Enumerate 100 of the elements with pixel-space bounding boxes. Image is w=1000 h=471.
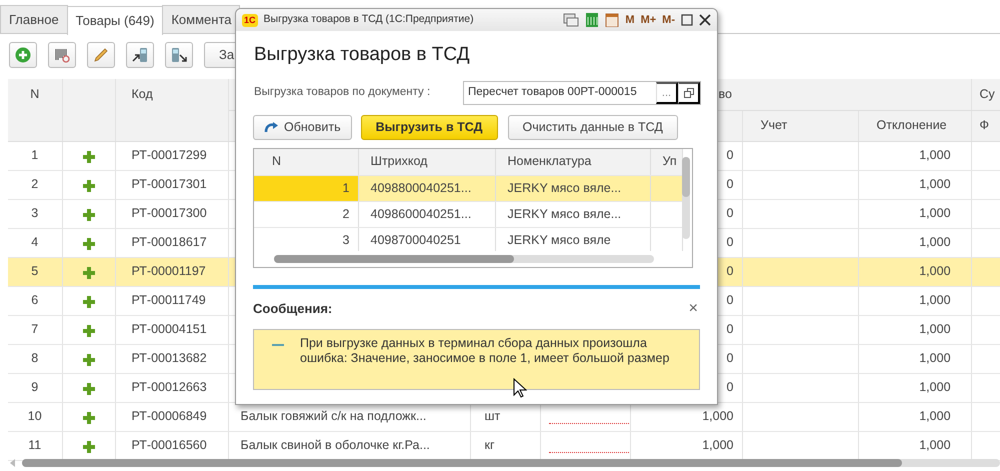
- open-window-icon: [684, 88, 694, 98]
- table-cell: 0: [726, 235, 734, 250]
- toolbar-button[interactable]: [48, 42, 76, 68]
- dash-icon: [272, 344, 284, 346]
- calendar-icon[interactable]: [605, 13, 620, 27]
- window-title: Выгрузка товаров в ТСД (1С:Предприятие): [264, 12, 475, 28]
- unload-button[interactable]: Выгрузить в ТСД: [360, 115, 498, 140]
- plus-icon: [82, 266, 96, 280]
- plus-icon: [82, 440, 96, 454]
- document-field[interactable]: Пересчет товаров 00РТ-000015 ...: [463, 81, 701, 105]
- row-number: 7: [31, 322, 38, 336]
- memory-button[interactable]: M: [625, 12, 635, 28]
- table-cell: кг: [484, 438, 495, 452]
- table-cell: 0: [726, 293, 734, 308]
- table-cell: РТ-00017300: [132, 206, 207, 220]
- table-cell: 1,000: [919, 322, 951, 336]
- table-cell: 4098600040251...: [370, 206, 472, 221]
- table-cell: 1,000: [919, 409, 951, 424]
- refresh-icon: [264, 122, 278, 134]
- table-cell: Балык говяжий с/к на подложк...: [240, 409, 426, 424]
- maximize-icon[interactable]: [681, 14, 693, 26]
- table-cell: 1,000: [919, 380, 951, 394]
- column-header: N: [272, 154, 282, 168]
- table-cell: РТ-00017299: [132, 148, 207, 162]
- dialog-heading: Выгрузка товаров в ТСД: [254, 43, 471, 67]
- row-number: 3: [31, 206, 38, 220]
- plus-icon: [82, 295, 96, 310]
- table-cell: 4098800040251...: [370, 180, 472, 195]
- open-button[interactable]: [678, 82, 700, 104]
- cursor-icon: [513, 378, 527, 398]
- column-header: Номенклатура: [508, 154, 592, 168]
- barcode-icon: [54, 47, 70, 63]
- row-number: 9: [31, 380, 38, 394]
- device-arrow-icon: [171, 47, 187, 63]
- vertical-scrollbar[interactable]: [682, 157, 690, 239]
- table-cell: 0: [726, 351, 734, 366]
- plus-icon: [82, 382, 96, 396]
- table-cell: РТ-00018617: [132, 235, 207, 250]
- column-header: Код: [115, 79, 228, 141]
- row-number: 1: [31, 148, 38, 162]
- tab[interactable]: Товары (649): [66, 6, 164, 35]
- plus-icon: [82, 353, 96, 368]
- table-cell: 4098700040251: [370, 232, 461, 247]
- toolbar-button[interactable]: [165, 42, 193, 68]
- clear-button[interactable]: Очистить данные в ТСД: [508, 115, 678, 140]
- table-cell: JERKY мясо вяле...: [508, 180, 622, 195]
- plus-icon: [82, 324, 96, 338]
- row-number: 6: [31, 293, 38, 308]
- table-cell: 1,000: [919, 264, 951, 278]
- table-cell: 1,000: [919, 177, 951, 192]
- field-label: Выгрузка товаров по документу :: [254, 85, 430, 100]
- table-cell: 1,000: [919, 206, 951, 220]
- table-cell: 1,000: [919, 438, 951, 452]
- calculator-icon[interactable]: [585, 13, 600, 27]
- row-number: 5: [31, 264, 38, 278]
- column-header: Уп: [662, 154, 677, 168]
- row-number: 2: [31, 177, 38, 192]
- add-icon: [15, 47, 31, 63]
- row-number: 8: [31, 351, 38, 366]
- column-header: Отклонение: [858, 110, 972, 141]
- plus-icon: [82, 208, 96, 222]
- document-icon[interactable]: [563, 13, 580, 27]
- column-header: Штрихкод: [370, 154, 428, 168]
- memory-button[interactable]: M-: [662, 12, 675, 28]
- table-cell: 0: [726, 206, 734, 220]
- column-header: Су: [971, 79, 1000, 110]
- table-cell: РТ-00012663: [132, 380, 207, 394]
- table-cell: 1: [342, 180, 350, 195]
- table-cell: РТ-00006849: [132, 409, 207, 424]
- close-button[interactable]: ×: [686, 300, 700, 317]
- plus-icon: [82, 411, 96, 426]
- table-cell: РТ-00017301: [132, 177, 207, 192]
- plus-icon: [82, 237, 96, 252]
- pencil-icon: [93, 47, 109, 63]
- column-header: N: [8, 79, 62, 141]
- table-cell: РТ-00016560: [132, 438, 207, 452]
- column-header: Учет: [742, 110, 858, 141]
- table-cell: 0: [726, 264, 734, 278]
- table-cell: 1,000: [702, 438, 734, 452]
- table-cell: 1,000: [919, 351, 951, 366]
- messages-title: Сообщения:: [253, 300, 332, 318]
- close-icon[interactable]: [699, 14, 711, 26]
- message-text: При выгрузке данных в терминал сбора данных произошла ошибка: Значение, заносимое в поле 1, имеет большой размер: [300, 336, 670, 366]
- row-number: 4: [31, 235, 38, 250]
- table-cell: 3: [342, 232, 350, 247]
- refresh-button[interactable]: Обновить: [253, 115, 352, 140]
- horizontal-scrollbar[interactable]: [22, 459, 1000, 467]
- row-number: 10: [28, 409, 42, 424]
- tab[interactable]: Коммента: [162, 5, 240, 33]
- toolbar-button[interactable]: [126, 42, 154, 68]
- choose-button[interactable]: ...: [656, 82, 678, 104]
- table-cell: JERKY мясо вяле...: [508, 206, 622, 221]
- table-cell: 0: [726, 148, 734, 162]
- row-number: 11: [28, 438, 42, 452]
- table-cell: JERKY мясо вяле: [508, 232, 611, 247]
- tab[interactable]: Главное: [0, 5, 68, 33]
- table-cell: 1,000: [702, 409, 734, 424]
- table-cell: шт: [484, 409, 500, 424]
- horizontal-scrollbar[interactable]: [274, 255, 654, 263]
- memory-button[interactable]: M+: [640, 12, 656, 28]
